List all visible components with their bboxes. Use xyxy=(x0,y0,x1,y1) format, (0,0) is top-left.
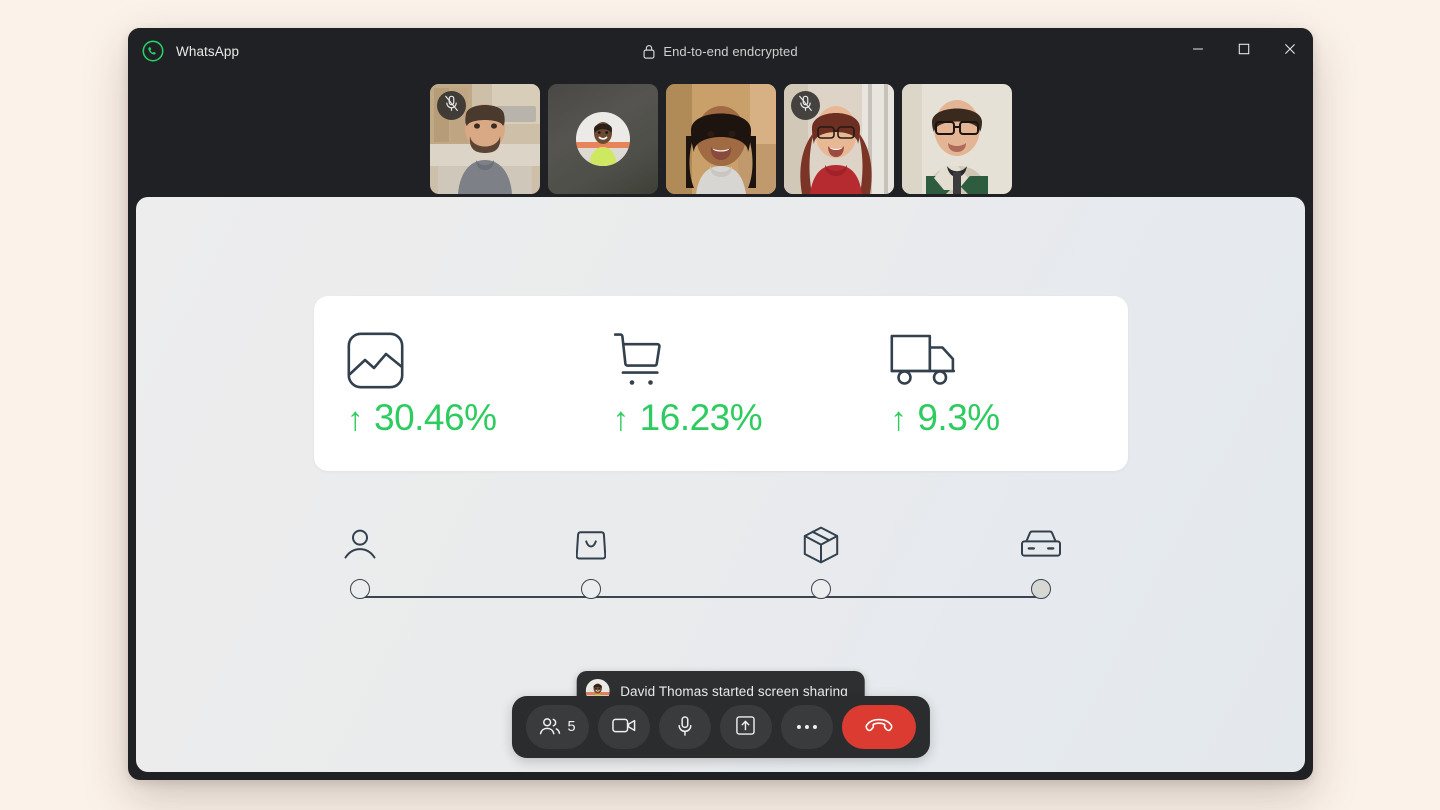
end-call-icon xyxy=(865,718,893,737)
camera-button[interactable] xyxy=(597,705,650,749)
participant-video xyxy=(665,84,776,194)
people-icon xyxy=(538,717,560,738)
more-dots-icon xyxy=(796,725,817,729)
car-icon xyxy=(1021,522,1061,568)
microphone-icon xyxy=(677,715,693,739)
avatar xyxy=(575,112,630,166)
trend-up-arrow-icon: ↑ xyxy=(890,400,907,437)
tracker-node[interactable] xyxy=(1031,579,1051,599)
metric-item: ↑ 9.3% xyxy=(850,296,1128,471)
end-call-button[interactable] xyxy=(841,705,916,749)
metric-item: ↑ 30.46% xyxy=(314,296,585,471)
whatsapp-logo-icon xyxy=(142,40,164,62)
shopping-cart-icon xyxy=(613,331,671,389)
app-name: WhatsApp xyxy=(176,43,240,59)
call-control-bar: 5 xyxy=(511,696,930,758)
close-icon xyxy=(1284,42,1296,60)
share-screen-button[interactable] xyxy=(719,705,772,749)
tracker-step-car[interactable] xyxy=(1011,522,1071,599)
participant-tile[interactable] xyxy=(783,84,894,194)
window-controls xyxy=(1175,28,1313,74)
more-options-button[interactable] xyxy=(780,705,833,749)
tracker-line xyxy=(360,596,1041,598)
minimize-button[interactable] xyxy=(1175,28,1221,74)
tracker-step-bag[interactable] xyxy=(561,522,621,599)
image-chart-icon xyxy=(347,331,404,389)
metric-percentage: 9.3% xyxy=(917,397,1000,438)
participant-video xyxy=(901,84,1012,194)
participants-count: 5 xyxy=(567,718,576,735)
tracker-node[interactable] xyxy=(811,579,831,599)
close-button[interactable] xyxy=(1267,28,1313,74)
metric-value: ↑ 30.46% xyxy=(347,399,497,436)
tracker-node[interactable] xyxy=(350,579,370,599)
metric-percentage: 16.23% xyxy=(639,397,763,438)
trend-up-arrow-icon: ↑ xyxy=(347,400,364,437)
maximize-button[interactable] xyxy=(1221,28,1267,74)
video-camera-icon xyxy=(611,717,636,737)
package-box-icon xyxy=(803,522,839,568)
metrics-card: ↑ 30.46% ↑ 16.23% ↑ 9.3% xyxy=(314,296,1128,471)
participant-strip xyxy=(128,79,1313,199)
lock-icon xyxy=(643,44,655,59)
participant-tile[interactable] xyxy=(547,84,658,194)
metric-percentage: 30.46% xyxy=(374,397,497,438)
share-screen-icon xyxy=(736,716,755,738)
metric-value: ↑ 9.3% xyxy=(890,397,1000,438)
titlebar: WhatsApp End-to-end endcrypted xyxy=(128,28,1313,74)
participant-tile[interactable] xyxy=(901,84,1012,194)
metric-item: ↑ 16.23% xyxy=(585,296,851,471)
shared-screen-content: ↑ 30.46% ↑ 16.23% ↑ 9.3% David Thomas st… xyxy=(136,197,1305,772)
participant-tile[interactable] xyxy=(429,84,540,194)
encryption-notice: End-to-end endcrypted xyxy=(128,28,1313,74)
encryption-label: End-to-end endcrypted xyxy=(663,43,798,59)
whatsapp-call-window: WhatsApp End-to-end endcrypted ↑ 30.46% … xyxy=(128,28,1313,780)
mute-badge xyxy=(790,91,820,120)
minimize-icon xyxy=(1192,42,1204,60)
titlebar-brand: WhatsApp xyxy=(128,40,239,62)
mute-badge xyxy=(436,91,466,120)
trend-up-arrow-icon: ↑ xyxy=(612,400,630,437)
participants-button[interactable]: 5 xyxy=(525,705,589,749)
user-icon xyxy=(343,522,377,568)
microphone-button[interactable] xyxy=(658,705,711,749)
tracker-step-user[interactable] xyxy=(330,522,390,599)
shopping-bag-icon xyxy=(576,522,606,568)
delivery-truck-icon xyxy=(890,331,958,389)
participant-tile[interactable] xyxy=(665,84,776,194)
tracker-node[interactable] xyxy=(581,579,601,599)
metric-value: ↑ 16.23% xyxy=(613,399,763,436)
order-step-tracker xyxy=(344,522,1061,612)
mic-off-icon xyxy=(444,95,459,117)
tracker-step-package[interactable] xyxy=(791,522,851,599)
mic-off-icon xyxy=(798,95,813,117)
maximize-icon xyxy=(1238,42,1250,60)
